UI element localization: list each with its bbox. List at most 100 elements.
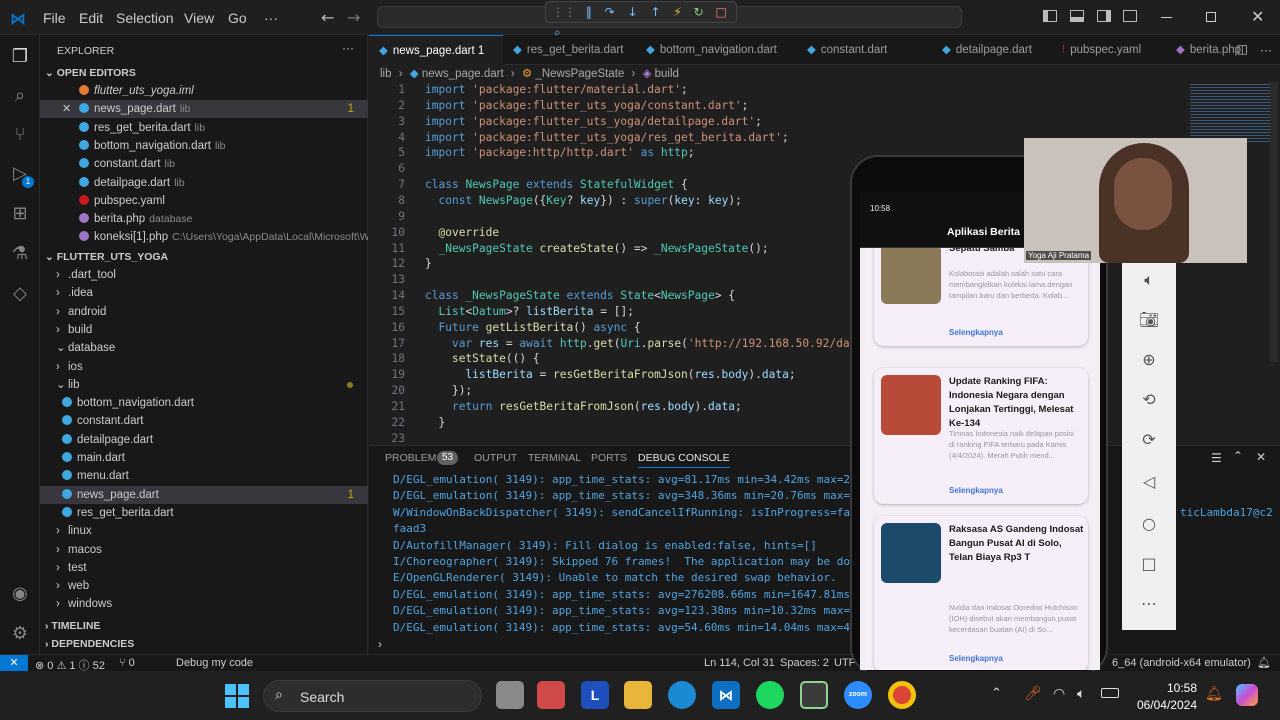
file-item[interactable]: detailpage.dart	[40, 431, 368, 449]
code-line[interactable]: 17 var res = await http.get(Uri.parse('h…	[369, 336, 869, 352]
open-editor-item[interactable]: flutter_uts_yoga.iml	[40, 82, 368, 100]
timeline-header[interactable]: › TIMELINE	[40, 617, 368, 635]
dependencies-header[interactable]: › DEPENDENCIES	[40, 635, 368, 653]
code-line[interactable]: 11 _NewsPageState createState() => _News…	[369, 241, 869, 257]
editor-tab[interactable]: ◆ bottom_navigation.dart	[636, 35, 797, 65]
code-line[interactable]: 13	[369, 272, 869, 288]
read-more-link[interactable]: Selengkapnya	[949, 486, 1003, 495]
editor-tab[interactable]: ! pubspec.yaml	[1052, 35, 1166, 65]
status-ports[interactable]: ⑂ 0	[119, 657, 135, 669]
toggle-sidebar-icon[interactable]	[1043, 10, 1057, 22]
folder-item[interactable]: › android	[40, 303, 368, 321]
explorer-icon[interactable]: ❐	[8, 45, 32, 69]
tab-output[interactable]: OUTPUT	[474, 452, 517, 464]
menu-file[interactable]: File	[43, 10, 66, 26]
close-window-icon[interactable]: ✕	[1251, 7, 1264, 26]
folder-item[interactable]: ⌄ database	[40, 339, 368, 357]
status-device[interactable]: 6_64 (android-x64 emulator)	[1112, 657, 1251, 669]
minimap[interactable]	[1190, 82, 1270, 142]
drag-handle-icon[interactable]: ⋮⋮	[552, 5, 576, 19]
code-line[interactable]: 7 class NewsPage extends StatefulWidget {	[369, 177, 869, 193]
folder-item[interactable]: › windows	[40, 595, 368, 613]
breadcrumb-lib[interactable]: lib	[380, 68, 392, 80]
folder-item[interactable]: › macos	[40, 541, 368, 559]
windows-start-icon[interactable]	[225, 684, 249, 708]
code-line[interactable]: 18 setState(() {	[369, 351, 869, 367]
status-debug-target[interactable]: Debug my code	[176, 657, 253, 669]
code-line[interactable]: 21 return resGetBeritaFromJson(res.body)…	[369, 399, 869, 415]
open-editors-header[interactable]: ⌄ OPEN EDITORS	[40, 64, 368, 82]
back-arrow-icon[interactable]: ←	[321, 8, 334, 27]
editor-tab[interactable]: ◆ constant.dart	[797, 35, 932, 65]
spotify-app-icon[interactable]	[756, 681, 784, 709]
tab-ports[interactable]: PORTS	[591, 452, 627, 464]
breadcrumb-file[interactable]: news_page.dart	[422, 68, 504, 80]
editor-tab[interactable]: ◆ res_get_berita.dart	[503, 35, 636, 65]
file-explorer-app-icon[interactable]	[496, 681, 524, 709]
tab-terminal[interactable]: TERMINAL	[528, 452, 581, 464]
forward-arrow-icon[interactable]: →	[347, 8, 360, 27]
tab-debug-console[interactable]: DEBUG CONSOLE	[638, 452, 730, 468]
snipping-tool-app-icon[interactable]	[537, 681, 565, 709]
breadcrumb-method[interactable]: build	[655, 68, 679, 80]
emulator-app-icon[interactable]	[800, 681, 828, 709]
camera-icon[interactable]: 📷︎	[1137, 308, 1161, 332]
open-editor-item[interactable]: res_get_berita.dart lib	[40, 119, 368, 137]
speaker-icon[interactable]: 🔈︎	[1077, 686, 1085, 702]
code-line[interactable]: 14 class _NewsPageState extends State<New…	[369, 288, 869, 304]
filter-list-icon[interactable]: ☰	[1211, 451, 1222, 465]
chrome-app-icon[interactable]	[888, 681, 916, 709]
notification-bell-icon[interactable]: 🔔︎	[1205, 686, 1223, 702]
read-more-link[interactable]: Selengkapnya	[949, 654, 1003, 663]
code-line[interactable]: 15 List<Datum>? listBerita = [];	[369, 304, 869, 320]
restore-icon[interactable]	[1206, 12, 1216, 22]
code-line[interactable]: 4 import 'package:flutter_uts_yoga/res_ge…	[369, 130, 869, 146]
file-item[interactable]: constant.dart	[40, 412, 368, 430]
open-editor-item[interactable]: bottom_navigation.dart lib	[40, 137, 368, 155]
editor-tab[interactable]: ◆ detailpage.dart	[932, 35, 1052, 65]
toggle-secondary-sidebar-icon[interactable]	[1097, 10, 1111, 22]
code-line[interactable]: 22 }	[369, 415, 869, 431]
pause-icon[interactable]: ‖	[586, 5, 592, 19]
code-line[interactable]: 10 @override	[369, 225, 869, 241]
open-editor-item[interactable]: detailpage.dart lib	[40, 174, 368, 192]
notifications-bell-icon[interactable]: 🔔︎	[1257, 656, 1271, 669]
folder-item[interactable]: › .idea	[40, 284, 368, 302]
code-line[interactable]: 8 const NewsPage({Key? key}) : super(key…	[369, 193, 869, 209]
hot-reload-icon[interactable]: ⚡	[673, 5, 681, 19]
code-line[interactable]: 2 import 'package:flutter_uts_yoga/consta…	[369, 98, 869, 114]
volume-icon[interactable]: 🔈︎	[1137, 268, 1161, 292]
rotate-left-icon[interactable]: ⟲	[1137, 388, 1161, 412]
more-icon[interactable]: ⋯	[1137, 592, 1161, 616]
editor-more-icon[interactable]: ···	[1260, 43, 1272, 57]
remote-indicator[interactable]: ✕	[0, 655, 28, 671]
flutter-icon[interactable]: ◇	[8, 282, 32, 306]
folder-item[interactable]: › web	[40, 577, 368, 595]
menu-selection[interactable]: Selection	[116, 10, 174, 26]
code-line[interactable]: 16 Future getListBerita() async {	[369, 320, 869, 336]
code-line[interactable]: 5 import 'package:http/http.dart' as http…	[369, 145, 869, 161]
file-item[interactable]: res_get_berita.dart	[40, 504, 368, 522]
code-line[interactable]: 12}	[369, 256, 869, 272]
code-line[interactable]: 19 listBerita = resGetBeritaFromJson(res…	[369, 367, 869, 383]
file-item[interactable]: main.dart	[40, 449, 368, 467]
stop-icon[interactable]: □	[715, 5, 726, 19]
editor-scrollbar[interactable]	[1270, 82, 1278, 362]
restart-icon[interactable]: ↻	[694, 5, 704, 19]
testing-icon[interactable]: ⚗	[8, 242, 32, 266]
file-item[interactable]: bottom_navigation.dart	[40, 394, 368, 412]
battery-icon[interactable]	[1101, 688, 1119, 698]
extensions-icon[interactable]: ⊞	[8, 202, 32, 226]
taskbar-date[interactable]: 06/04/2024	[1133, 698, 1197, 712]
folder-app-icon[interactable]	[624, 681, 652, 709]
tab-problems[interactable]: PROBLEMS	[385, 452, 443, 464]
step-over-icon[interactable]: ↷	[605, 5, 615, 19]
menu-view[interactable]: View	[184, 10, 214, 26]
open-editor-item[interactable]: koneksi[1].php C:\Users\Yoga\AppData\Loca…	[40, 228, 368, 246]
code-line[interactable]: 9	[369, 209, 869, 225]
customize-layout-icon[interactable]	[1123, 10, 1137, 22]
zoom-app-icon[interactable]: zoom	[844, 681, 872, 709]
source-control-icon[interactable]: ⑂	[8, 123, 32, 147]
file-item[interactable]: news_page.dart 1	[40, 485, 368, 504]
news-card[interactable]: Raksasa AS Gandeng Indosat Bangun Pusat …	[874, 516, 1088, 670]
